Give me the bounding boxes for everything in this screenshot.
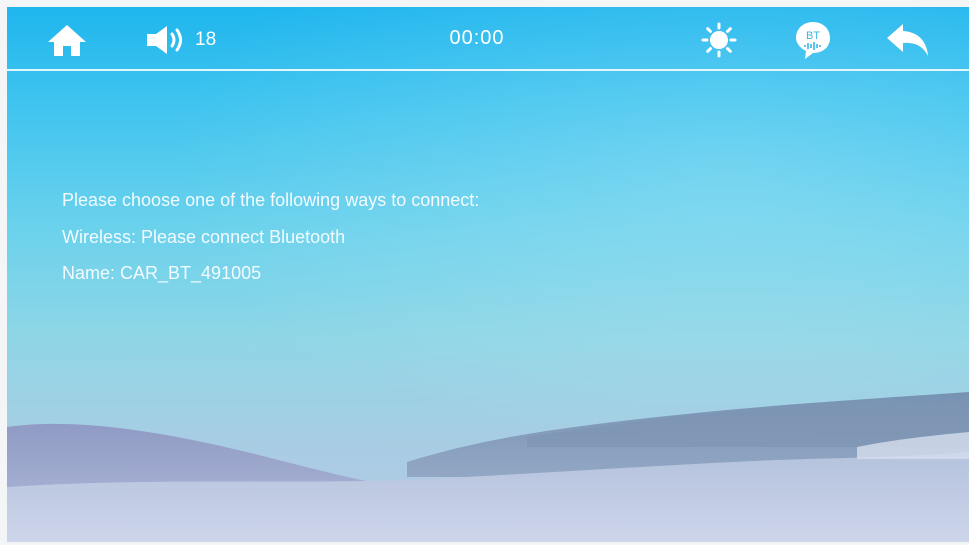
home-icon[interactable] bbox=[47, 23, 87, 57]
wireless-instruction: Wireless: Please connect Bluetooth bbox=[62, 226, 346, 247]
head-unit-screen: 18 00:00 BT Please choose one of the fol… bbox=[7, 7, 969, 542]
status-divider bbox=[7, 69, 969, 71]
volume-level: 18 bbox=[195, 29, 217, 50]
back-arrow-icon[interactable] bbox=[885, 22, 931, 58]
device-frame: 18 00:00 BT Please choose one of the fol… bbox=[0, 0, 969, 545]
connect-instruction: Please choose one of the following ways … bbox=[62, 190, 480, 210]
clock: 00:00 bbox=[449, 27, 505, 49]
sun-icon[interactable] bbox=[701, 22, 737, 58]
connect-prompt: Please choose one of the following ways … bbox=[62, 182, 479, 292]
volume-icon[interactable] bbox=[145, 24, 187, 56]
bluetooth-icon[interactable]: BT bbox=[794, 20, 832, 60]
bluetooth-device-name: Name: CAR_BT_491005 bbox=[62, 263, 262, 283]
bluetooth-badge-label: BT bbox=[806, 30, 820, 42]
status-bar: 18 00:00 BT bbox=[7, 7, 969, 69]
